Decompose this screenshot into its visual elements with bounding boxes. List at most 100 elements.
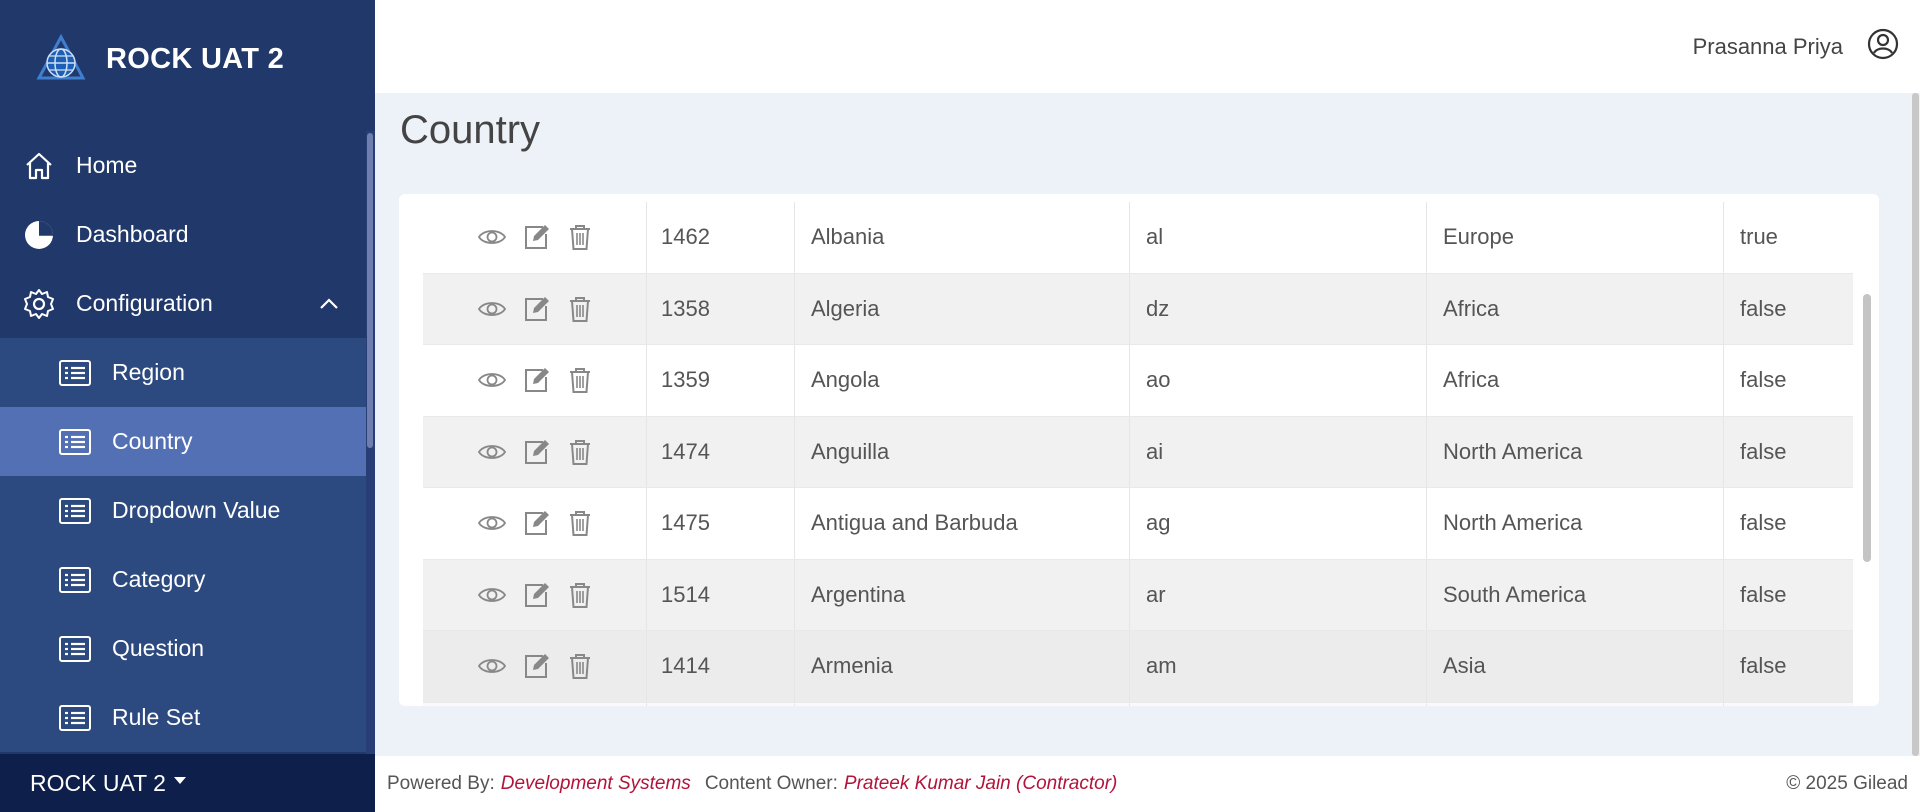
sidebar-item-configuration[interactable]: Configuration xyxy=(0,269,366,338)
cell-name: Anguilla xyxy=(795,416,1130,487)
edit-icon[interactable] xyxy=(521,365,551,395)
edit-icon[interactable] xyxy=(521,294,551,324)
cell-code: ag xyxy=(1130,488,1427,559)
cell-region: North America xyxy=(1427,488,1724,559)
user-account-icon[interactable] xyxy=(1867,28,1899,60)
row-actions xyxy=(423,273,647,344)
sidebar-item-home[interactable]: Home xyxy=(0,131,366,200)
delete-icon[interactable] xyxy=(565,651,595,681)
cell-name: Antigua and Barbuda xyxy=(795,488,1130,559)
cell-name: Angola xyxy=(795,345,1130,416)
edit-icon[interactable] xyxy=(521,437,551,467)
cell-name: Albania xyxy=(795,202,1130,273)
view-icon[interactable] xyxy=(477,437,507,467)
sidebar-item-label: Configuration xyxy=(76,290,213,316)
cell-id: 1462 xyxy=(647,202,795,273)
chevron-up-icon[interactable] xyxy=(318,293,340,315)
copyright: © 2025 Gilead xyxy=(1786,773,1908,794)
cell-code: am xyxy=(1130,631,1427,702)
edit-icon[interactable] xyxy=(521,651,551,681)
page-scrollbar-thumb[interactable] xyxy=(1912,93,1919,756)
powered-by-label: Powered By: xyxy=(387,773,495,794)
row-actions xyxy=(423,631,647,702)
cell-flag: true xyxy=(1740,224,1778,250)
cell-code: ai xyxy=(1130,416,1427,487)
home-icon xyxy=(26,152,52,179)
edit-icon[interactable] xyxy=(521,508,551,538)
user-name[interactable]: Prasanna Priya xyxy=(1693,34,1843,60)
edit-icon[interactable] xyxy=(521,222,551,252)
cell-region: Africa xyxy=(1427,345,1724,416)
cell-flag: false xyxy=(1740,367,1787,393)
sidebar-item-dropdown-value[interactable]: Dropdown Value xyxy=(0,476,366,545)
sidebar-item-region[interactable]: Region xyxy=(0,338,366,407)
cell-id: 1358 xyxy=(647,273,795,344)
globe-logo-icon xyxy=(36,34,86,80)
list-icon xyxy=(59,497,91,524)
cell-region: North America xyxy=(1427,416,1724,487)
view-icon[interactable] xyxy=(477,580,507,610)
cell-name: Argentina xyxy=(795,559,1130,630)
list-icon xyxy=(59,359,91,386)
sidebar-nav: Home Dashboard Configuration Region Coun… xyxy=(0,131,366,752)
table-row: 1359 Angola ao Africa false xyxy=(423,345,1853,417)
view-icon[interactable] xyxy=(477,508,507,538)
view-icon[interactable] xyxy=(477,294,507,324)
sidebar-item-label: Dropdown Value xyxy=(112,497,281,523)
sidebar: ROCK UAT 2 Home Dashboard Configuration xyxy=(0,0,375,812)
row-actions xyxy=(423,488,647,559)
edit-icon[interactable] xyxy=(521,580,551,610)
country-table: 1462 Albania al Europe true 1358 Algeria… xyxy=(423,202,1853,706)
cell-flag: false xyxy=(1740,581,1787,607)
table-row: 1414 Armenia am Asia false xyxy=(423,631,1853,703)
sidebar-item-label: Country xyxy=(112,428,193,454)
delete-icon[interactable] xyxy=(565,222,595,252)
cell-region: Africa xyxy=(1427,273,1724,344)
sidebar-item-label: Home xyxy=(76,152,138,178)
table-row: 1462 Albania al Europe true xyxy=(423,202,1853,274)
cell-region: Asia xyxy=(1427,631,1724,702)
table-row: 1474 Anguilla ai North America false xyxy=(423,416,1853,488)
content-owner-link[interactable]: Prateek Kumar Jain (Contractor) xyxy=(844,773,1118,795)
list-icon xyxy=(59,704,91,731)
list-icon xyxy=(59,635,91,662)
sidebar-item-question[interactable]: Question xyxy=(0,614,366,683)
cell-id: 1475 xyxy=(647,488,795,559)
sidebar-item-label: Question xyxy=(112,635,205,661)
app-title: ROCK UAT 2 xyxy=(106,42,285,75)
sidebar-scrollbar-thumb[interactable] xyxy=(367,133,373,448)
table-row xyxy=(423,702,1853,706)
country-table-card: 1462 Albania al Europe true 1358 Algeria… xyxy=(399,194,1879,706)
view-icon[interactable] xyxy=(477,222,507,252)
list-icon xyxy=(59,428,91,455)
list-icon xyxy=(59,566,91,593)
brand[interactable]: ROCK UAT 2 xyxy=(0,0,375,118)
delete-icon[interactable] xyxy=(565,294,595,324)
delete-icon[interactable] xyxy=(565,437,595,467)
powered-by-link[interactable]: Development Systems xyxy=(501,773,691,795)
environment-label: ROCK UAT 2 xyxy=(30,769,166,796)
table-row: 1358 Algeria dz Africa false xyxy=(423,273,1853,345)
row-actions xyxy=(423,345,647,416)
cell-region: South America xyxy=(1427,559,1724,630)
cell-flag: false xyxy=(1740,438,1787,464)
view-icon[interactable] xyxy=(477,365,507,395)
delete-icon[interactable] xyxy=(565,365,595,395)
cell-id: 1514 xyxy=(647,559,795,630)
delete-icon[interactable] xyxy=(565,580,595,610)
cell-id: 1474 xyxy=(647,416,795,487)
environment-switcher[interactable]: ROCK UAT 2 xyxy=(0,754,375,812)
table-scrollbar-thumb[interactable] xyxy=(1863,294,1871,562)
cell-name: Algeria xyxy=(795,273,1130,344)
delete-icon[interactable] xyxy=(565,508,595,538)
content-owner-label: Content Owner: xyxy=(704,773,838,794)
sidebar-item-dashboard[interactable]: Dashboard xyxy=(0,200,366,269)
cell-flag: false xyxy=(1740,295,1787,321)
gear-icon xyxy=(24,288,54,319)
table-row: 1514 Argentina ar South America false xyxy=(423,559,1853,631)
sidebar-item-country[interactable]: Country xyxy=(0,407,366,476)
view-icon[interactable] xyxy=(477,651,507,681)
sidebar-item-category[interactable]: Category xyxy=(0,545,366,614)
sidebar-item-rule-set[interactable]: Rule Set xyxy=(0,683,366,752)
page-footer: Powered By: Development Systems Content … xyxy=(375,756,1920,812)
